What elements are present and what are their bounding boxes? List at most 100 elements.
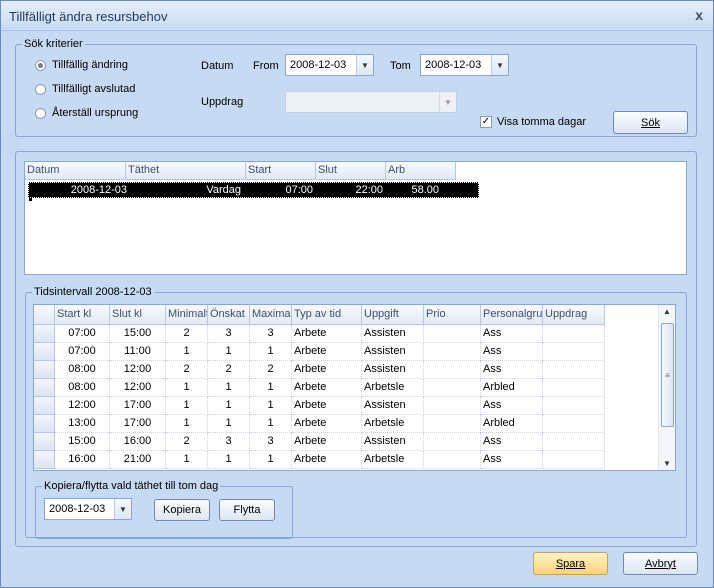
cell-slut-kl[interactable]: 17:00 [110,415,166,433]
cell-slut-kl[interactable]: 12:00 [110,379,166,397]
cell-maximal[interactable]: 1 [250,451,292,469]
cell-uppgift[interactable]: Assisten [362,361,424,379]
cell-typ-av-tid[interactable]: Arbete [292,451,362,469]
cell-uppgift[interactable]: Assisten [362,397,424,415]
title-bar[interactable]: Tillfälligt ändra resursbehov x [1,1,713,31]
cell-minimalt[interactable]: 2 [166,361,208,379]
cell-onskat[interactable]: 3 [208,433,250,451]
col-header-onskat[interactable]: Önskat [208,305,250,325]
cell-uppdrag[interactable] [543,451,605,469]
cell-uppdrag[interactable] [543,343,605,361]
cell-minimalt[interactable]: 2 [166,433,208,451]
row-selector[interactable] [34,325,55,343]
col-header-slut[interactable]: Slut [316,162,386,180]
cell-uppgift[interactable]: Arbetsle [362,415,424,433]
interval-row[interactable]: 15:00 16:00 2 3 3 Arbete Assisten Ass [34,433,605,451]
cell-prio[interactable] [424,451,481,469]
intervals-grid[interactable]: Start kl Slut kl Minimalt Önskat Maximal… [33,304,676,471]
move-button[interactable]: Flytta [219,499,275,521]
cell-prio[interactable] [424,343,481,361]
cell-onskat[interactable]: 1 [208,451,250,469]
cell-typ-av-tid[interactable]: Arbete [292,397,362,415]
cell-onskat[interactable]: 1 [208,343,250,361]
cell-uppdrag[interactable] [543,415,605,433]
cell-onskat[interactable]: 1 [208,379,250,397]
cell-uppdrag[interactable] [543,433,605,451]
from-date-picker[interactable]: 2008-12-03 ▼ [285,54,374,76]
cell-uppgift[interactable]: Assisten [362,433,424,451]
cell-personalgrupp[interactable]: Ass [481,397,543,415]
cell-maximal[interactable]: 2 [250,361,292,379]
copy-date-dropdown-icon[interactable]: ▼ [114,499,131,519]
cell-slut-kl[interactable]: 12:00 [110,361,166,379]
cancel-button[interactable]: Avbryt [623,552,698,575]
show-empty-days-checkbox[interactable]: ✓ Visa tomma dagar [480,116,586,128]
cell-uppdrag[interactable] [543,397,605,415]
cell-maximal[interactable]: 1 [250,397,292,415]
cell-start-kl[interactable]: 07:00 [55,343,110,361]
col-header-tathet[interactable]: Täthet [126,162,246,180]
interval-row[interactable]: 07:00 15:00 2 3 3 Arbete Assisten Ass [34,325,605,343]
cell-personalgrupp[interactable]: Arbled [481,379,543,397]
col-header-minimalt[interactable]: Minimalt [166,305,208,325]
col-header-personalgrupp[interactable]: Personalgru [481,305,543,325]
cell-start-kl[interactable]: 16:00 [55,451,110,469]
cell-slut-kl[interactable]: 15:00 [110,325,166,343]
cell-onskat[interactable]: 3 [208,325,250,343]
from-date-dropdown-icon[interactable]: ▼ [356,55,373,75]
col-header-slut-kl[interactable]: Slut kl [110,305,166,325]
cell-maximal[interactable]: 1 [250,415,292,433]
cell-typ-av-tid[interactable]: Arbete [292,379,362,397]
cell-slut-kl[interactable]: 21:00 [110,451,166,469]
scroll-down-icon[interactable]: ▼ [663,459,671,468]
cell-personalgrupp[interactable]: Ass [481,451,543,469]
interval-row[interactable]: 16:00 21:00 1 1 1 Arbete Arbetsle Ass [34,451,605,469]
row-selector[interactable] [34,379,55,397]
uppdrag-select[interactable]: ▼ [285,91,457,113]
cell-personalgrupp[interactable]: Ass [481,343,543,361]
col-header-uppgift[interactable]: Uppgift [362,305,424,325]
days-grid[interactable]: Datum Täthet Start Slut Arb 2008-12-03 V… [24,161,687,275]
interval-row[interactable]: 08:00 12:00 2 2 2 Arbete Assisten Ass [34,361,605,379]
cell-typ-av-tid[interactable]: Arbete [292,361,362,379]
cell-onskat[interactable]: 1 [208,397,250,415]
cell-prio[interactable] [424,415,481,433]
col-header-uppdrag[interactable]: Uppdrag [543,305,605,325]
cell-start-kl[interactable]: 08:00 [55,379,110,397]
cell-slut-kl[interactable]: 17:00 [110,397,166,415]
cell-prio[interactable] [424,379,481,397]
scroll-up-icon[interactable]: ▲ [663,307,671,316]
row-selector[interactable] [34,433,55,451]
cell-start-kl[interactable]: 15:00 [55,433,110,451]
interval-row[interactable]: 13:00 17:00 1 1 1 Arbete Arbetsle Arbled [34,415,605,433]
cell-typ-av-tid[interactable]: Arbete [292,343,362,361]
close-icon[interactable]: x [695,7,703,23]
row-selector[interactable] [34,397,55,415]
cell-slut-kl[interactable]: 16:00 [110,433,166,451]
row-selector[interactable] [34,343,55,361]
col-header-maximal[interactable]: Maximal [250,305,292,325]
days-grid-row-selected[interactable]: 2008-12-03 Vardag 07:00 22:00 58.00 [28,182,479,198]
scroll-thumb[interactable]: ≡ [661,323,674,427]
col-header-datum[interactable]: Datum [25,162,126,180]
cell-prio[interactable] [424,397,481,415]
cell-start-kl[interactable]: 12:00 [55,397,110,415]
cell-prio[interactable] [424,433,481,451]
cell-typ-av-tid[interactable]: Arbete [292,415,362,433]
row-selector[interactable] [34,451,55,469]
cell-personalgrupp[interactable]: Ass [481,433,543,451]
cell-minimalt[interactable]: 1 [166,379,208,397]
cell-personalgrupp[interactable]: Ass [481,325,543,343]
row-selector[interactable] [34,361,55,379]
cell-minimalt[interactable]: 1 [166,451,208,469]
cell-minimalt[interactable]: 1 [166,415,208,433]
cell-uppdrag[interactable] [543,325,605,343]
search-button[interactable]: Sök [613,111,688,134]
interval-row[interactable]: 07:00 11:00 1 1 1 Arbete Assisten Ass [34,343,605,361]
cell-prio[interactable] [424,361,481,379]
cell-maximal[interactable]: 1 [250,379,292,397]
radio-temporary-change[interactable]: Tillfällig ändring [35,59,128,71]
col-header-start[interactable]: Start [246,162,316,180]
tom-date-dropdown-icon[interactable]: ▼ [491,55,508,75]
row-selector[interactable] [34,415,55,433]
